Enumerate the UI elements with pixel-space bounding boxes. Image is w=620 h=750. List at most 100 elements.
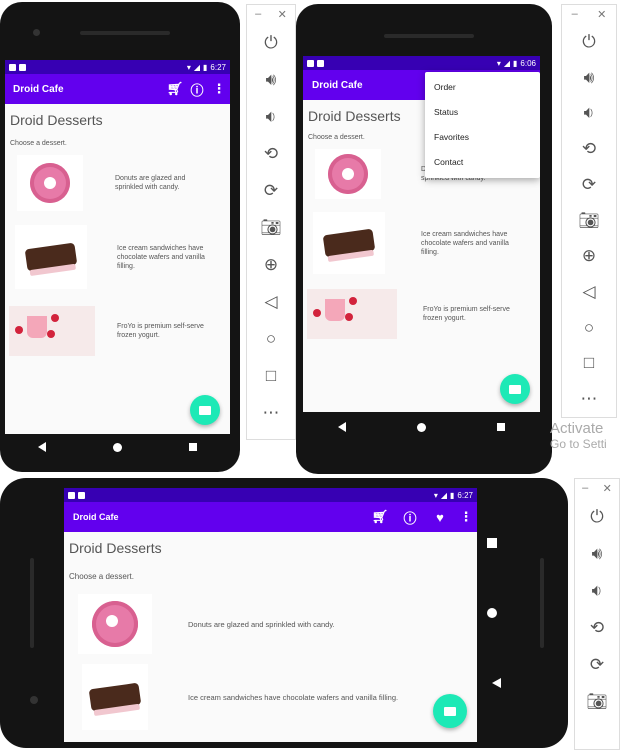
zoom-icon[interactable]: ⊕ [562,238,616,274]
home-button[interactable] [112,442,122,452]
phone-2: ▾ ◢ ▮ 6:06 Droid Cafe Droid Desserts Choose… [296,4,552,474]
list-item: Ice cream sandwiches have chocolate wafe… [313,212,535,274]
status-bar: ▾ ◢ ▮ 6:27 [5,60,230,74]
phone-3-landscape: ▾ ◢ ▮ 6:27 Droid Cafe 🛒︎ ⓘ ♥ ⋮ Droid Desser… [0,478,568,748]
list-item: FroYo is premium self-serve frozen yogur… [307,289,535,339]
overview-icon[interactable]: □ [247,357,295,394]
app-bar: Droid Cafe 🛒︎ ⓘ ⋮ [5,74,230,104]
battery-icon: ▮ [513,58,518,68]
minimize-icon[interactable]: – [572,8,578,21]
mail-icon [509,384,521,394]
info-icon[interactable]: ⓘ [186,79,208,99]
ice-cream-sandwich-image[interactable] [313,212,385,274]
volume-up-icon[interactable]: 🔊︎ [247,61,295,98]
close-icon[interactable]: ✕ [603,482,612,495]
volume-down-icon[interactable]: 🔉︎ [247,98,295,135]
emulator-toolbar-2: – ✕ ⏻ 🔊︎ 🔉︎ ⟲ ⟳ 📷︎ ⊕ ◁ ○ □ ⋯ [561,4,617,418]
signal-icon: ◢ [503,58,511,68]
volume-up-icon[interactable]: 🔊︎ [575,535,619,572]
volume-up-icon[interactable]: 🔊︎ [562,60,616,96]
favorite-icon[interactable]: ♥ [425,507,455,527]
back-icon[interactable]: ◁ [562,274,616,310]
notification-icon [9,63,16,71]
page-subtitle: Choose a dessert. [69,572,134,581]
status-time: 6:27 [210,62,226,72]
app-bar: Droid Cafe 🛒︎ ⓘ ♥ ⋮ [64,502,477,532]
close-icon[interactable]: ✕ [278,8,287,21]
speaker-grille [30,558,34,648]
home-button[interactable] [416,422,426,432]
overflow-menu-icon[interactable]: ⋮ [455,507,477,527]
camera-icon[interactable]: 📷︎ [562,203,616,239]
item-description: Donuts are glazed and sprinkled with can… [115,175,186,191]
menu-item-status[interactable]: Status [425,100,540,125]
overflow-menu-icon[interactable]: ⋮ [208,79,230,99]
donut-image[interactable] [78,594,152,654]
rotate-left-icon[interactable]: ⟲ [575,609,619,646]
list-item: Donuts are glazed and sprinkled with can… [17,155,222,211]
emulator-toolbar-1: – ✕ ⏻ 🔊︎ 🔉︎ ⟲ ⟳ 📷︎ ⊕ ◁ ○ □ ⋯ [246,4,296,440]
rotate-right-icon[interactable]: ⟳ [575,646,619,683]
recents-button[interactable] [188,443,197,451]
item-description: Ice cream sandwiches have chocolate wafe… [117,244,205,270]
back-button[interactable] [338,422,347,432]
app-title: Droid Cafe [13,83,64,95]
page-subtitle: Choose a dessert. [10,140,67,147]
froyo-image[interactable] [307,289,397,339]
close-icon[interactable]: ✕ [597,8,606,21]
ice-cream-sandwich-image[interactable] [15,225,87,289]
rotate-right-icon[interactable]: ⟳ [562,167,616,203]
status-bar: ▾ ◢ ▮ 6:06 [303,56,540,70]
notification-icon [78,491,85,499]
nav-bar [303,412,540,442]
menu-item-contact[interactable]: Contact [425,150,540,175]
list-item: FroYo is premium self-serve frozen yogur… [9,306,224,356]
more-icon[interactable]: ⋯ [562,381,616,417]
minimize-icon[interactable]: – [582,482,588,495]
page-title: Droid Desserts [10,112,103,128]
ice-cream-sandwich-image[interactable] [82,664,148,730]
recents-button[interactable] [487,538,497,548]
home-icon[interactable]: ○ [247,320,295,357]
power-icon[interactable]: ⏻ [562,24,616,60]
power-icon[interactable]: ⏻ [247,24,295,61]
cart-icon[interactable]: 🛒︎ [365,507,395,527]
nav-bar [5,434,230,460]
donut-image[interactable] [315,149,381,199]
home-icon[interactable]: ○ [562,310,616,346]
volume-down-icon[interactable]: 🔉︎ [562,95,616,131]
info-icon[interactable]: ⓘ [395,507,425,527]
home-button[interactable] [487,608,497,618]
power-icon[interactable]: ⏻ [575,498,619,535]
phone-1-screen: ▾ ◢ ▮ 6:27 Droid Cafe 🛒︎ ⓘ ⋮ Droid Desserts… [5,60,230,434]
more-icon[interactable]: ⋯ [247,394,295,431]
menu-item-order[interactable]: Order [425,75,540,100]
camera-icon[interactable]: 📷︎ [247,209,295,246]
zoom-icon[interactable]: ⊕ [247,246,295,283]
fab-order-button[interactable] [190,395,220,425]
camera-dot [33,29,40,36]
froyo-image[interactable] [9,306,95,356]
status-time: 6:27 [457,490,473,500]
minimize-icon[interactable]: – [255,8,261,21]
fab-order-button[interactable] [500,374,530,404]
volume-down-icon[interactable]: 🔉︎ [575,572,619,609]
rotate-left-icon[interactable]: ⟲ [562,131,616,167]
cart-icon[interactable]: 🛒︎ [164,79,186,99]
back-button[interactable] [38,442,47,452]
rotate-right-icon[interactable]: ⟳ [247,172,295,209]
emulator-toolbar-3: – ✕ ⏻ 🔊︎ 🔉︎ ⟲ ⟳ 📷︎ [574,478,620,750]
status-bar: ▾ ◢ ▮ 6:27 [64,488,477,502]
back-icon[interactable]: ◁ [247,283,295,320]
donut-image[interactable] [17,155,83,211]
phone-3-screen: ▾ ◢ ▮ 6:27 Droid Cafe 🛒︎ ⓘ ♥ ⋮ Droid Desser… [64,488,477,742]
fab-order-button[interactable] [433,694,467,728]
rotate-left-icon[interactable]: ⟲ [247,135,295,172]
recents-button[interactable] [496,423,505,431]
menu-item-favorites[interactable]: Favorites [425,125,540,150]
wifi-icon: ▾ [186,62,191,72]
back-button[interactable] [487,678,501,688]
overview-icon[interactable]: □ [562,346,616,382]
wifi-icon: ▾ [496,58,501,68]
camera-icon[interactable]: 📷︎ [575,683,619,720]
